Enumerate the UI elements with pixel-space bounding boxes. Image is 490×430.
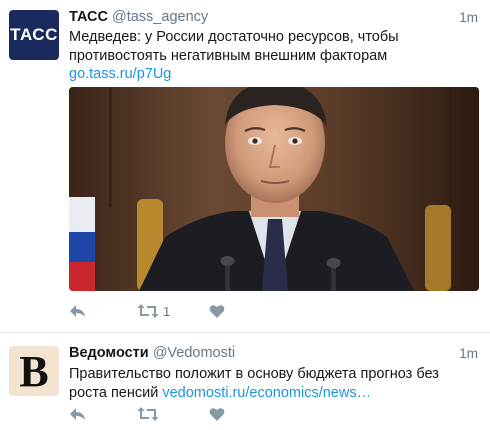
retweet-icon <box>137 406 159 422</box>
tweet-text: Правительство положит в основу бюджета п… <box>69 365 479 403</box>
author-name[interactable]: Ведомости <box>69 345 149 361</box>
tweet-header: ТАСС @tass_agency <box>69 9 208 25</box>
author-name[interactable]: ТАСС <box>69 9 108 25</box>
retweet-icon <box>137 303 159 319</box>
timestamp[interactable]: 1m <box>459 10 478 25</box>
tweet-actions <box>69 403 369 425</box>
author-handle[interactable]: @tass_agency <box>112 9 208 25</box>
like-button[interactable] <box>209 300 225 322</box>
reply-icon <box>69 303 87 319</box>
tweet-tass[interactable]: ТАСС ТАСС @tass_agency 1m Медведев: у Рос… <box>0 0 490 332</box>
tweet-header: Ведомости @Vedomosti <box>69 345 235 361</box>
tweet-actions: 1 <box>69 300 369 322</box>
avatar[interactable]: ТАСС <box>9 10 59 60</box>
author-handle[interactable]: @Vedomosti <box>153 345 235 361</box>
retweet-button[interactable]: 1 <box>137 300 170 322</box>
timeline: ТАСС ТАСС @tass_agency 1m Медведев: у Рос… <box>0 0 490 430</box>
tweet-text: Медведев: у России достаточно ресурсов, … <box>69 29 399 64</box>
like-button[interactable] <box>209 403 225 425</box>
avatar-logo-text: B <box>19 346 49 396</box>
heart-icon <box>209 407 225 422</box>
retweet-button[interactable] <box>137 403 159 425</box>
reply-button[interactable] <box>69 403 87 425</box>
avatar[interactable]: B <box>9 346 59 396</box>
tweet-vedomosti[interactable]: B Ведомости @Vedomosti 1m Правительство п… <box>0 333 490 430</box>
tweet-link[interactable]: vedomosti.ru/economics/news… <box>162 385 371 401</box>
heart-icon <box>209 304 225 319</box>
timestamp[interactable]: 1m <box>459 346 478 361</box>
retweet-count: 1 <box>163 303 171 319</box>
reply-icon <box>69 406 87 422</box>
reply-button[interactable] <box>69 300 87 322</box>
tweet-link[interactable]: go.tass.ru/p7Ug <box>69 66 171 82</box>
avatar-logo-text: ТАСС <box>10 25 58 44</box>
tweet-photo[interactable] <box>69 87 479 291</box>
